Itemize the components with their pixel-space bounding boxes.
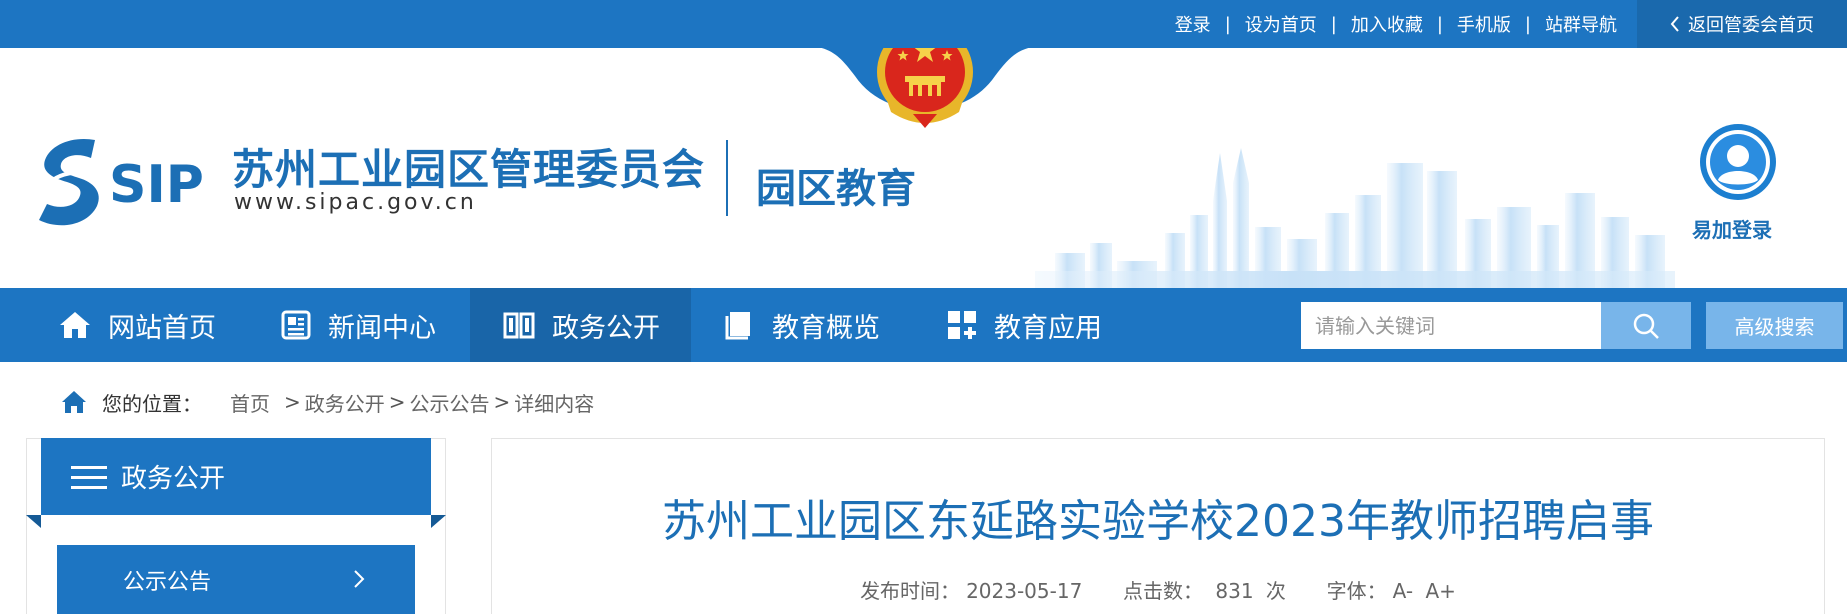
breadcrumb-announcements-link[interactable]: 公示公告: [410, 388, 490, 417]
site-name: 园区教育: [756, 166, 916, 212]
sidebar-item-announcements[interactable]: 公示公告: [57, 545, 415, 614]
article-title: 苏州工业园区东延路实验学校2023年教师招聘启事: [662, 496, 1654, 547]
back-label: 返回管委会首页: [1688, 15, 1814, 36]
publish-label: 发布时间：: [860, 579, 961, 603]
ribbon-fold-left: [26, 515, 41, 528]
nav-item-label: 政务公开: [552, 312, 660, 344]
set-homepage-link[interactable]: 设为首页: [1245, 11, 1317, 37]
back-to-committee-button[interactable]: 返回管委会首页: [1637, 0, 1847, 48]
site-header: SIP 苏州工业园区管理委员会 www.sipac.gov.cn 园区教育 易加…: [0, 48, 1847, 288]
separator: |: [1224, 13, 1231, 35]
menu-icon: [71, 465, 107, 489]
nav-item-label: 教育应用: [994, 312, 1102, 344]
sidebar: 政务公开 公示公告: [26, 438, 446, 614]
font-smaller-button[interactable]: A-: [1393, 579, 1413, 603]
news-icon: [281, 310, 311, 340]
search-icon: [1633, 313, 1659, 339]
search-button[interactable]: [1601, 302, 1691, 349]
clicks-value: 831: [1215, 579, 1254, 603]
separator: |: [1436, 13, 1443, 35]
site-group-nav-link[interactable]: 站群导航: [1545, 11, 1617, 37]
chevron-left-icon: [1670, 16, 1679, 32]
apps-grid-icon: [948, 311, 976, 339]
home-icon: [62, 391, 86, 413]
advanced-search-button[interactable]: 高级搜索: [1706, 302, 1843, 349]
main-nav: 网站首页 新闻中心 政务公开 教育概览 教育应用 高级搜索: [0, 288, 1847, 362]
mobile-version-link[interactable]: 手机版: [1457, 11, 1511, 37]
separator: |: [1330, 13, 1337, 35]
header-divider: [726, 140, 728, 216]
national-emblem-icon: [877, 48, 973, 128]
add-favorite-link[interactable]: 加入收藏: [1351, 11, 1423, 37]
city-skyline-illustration: [1035, 148, 1675, 288]
breadcrumb-government-affairs-link[interactable]: 政务公开: [305, 388, 385, 417]
logo-text: SIP: [109, 155, 204, 215]
chevron-right-icon: [354, 570, 365, 588]
nav-item-label: 教育概览: [772, 312, 880, 344]
book-icon: [503, 312, 535, 339]
sidebar-header: 政务公开: [26, 438, 446, 528]
user-avatar-icon[interactable]: [1698, 122, 1778, 202]
breadcrumb-separator: >: [284, 390, 301, 414]
breadcrumb: 您的位置： 首页 > 政务公开 > 公示公告 > 详细内容: [60, 387, 594, 417]
font-size-label: 字体：: [1326, 579, 1387, 603]
ribbon-fold-right: [431, 515, 446, 528]
org-url: www.sipac.gov.cn: [234, 190, 477, 215]
sip-logo-icon: SIP: [39, 138, 204, 226]
separator: |: [1524, 13, 1531, 35]
nav-item-news[interactable]: 新闻中心: [280, 288, 436, 362]
nav-item-home[interactable]: 网站首页: [58, 288, 216, 362]
home-icon: [60, 312, 90, 338]
breadcrumb-separator: >: [493, 390, 511, 414]
sidebar-item-label: 公示公告: [123, 569, 212, 595]
breadcrumb-separator: >: [388, 390, 406, 414]
nav-item-education-overview[interactable]: 教育概览: [724, 288, 880, 362]
breadcrumb-home-link[interactable]: 首页: [230, 388, 270, 417]
breadcrumb-label: 您的位置：: [102, 391, 202, 416]
article-panel: 苏州工业园区东延路实验学校2023年教师招聘启事 发布时间： 2023-05-17…: [491, 438, 1825, 614]
org-title: 苏州工业园区管理委员会: [232, 145, 706, 194]
sidebar-title: 政务公开: [121, 464, 226, 494]
search-input[interactable]: [1301, 302, 1601, 349]
nav-item-government-affairs[interactable]: 政务公开: [470, 288, 691, 362]
font-larger-button[interactable]: A+: [1425, 579, 1455, 603]
clicks-unit: 次: [1265, 579, 1286, 603]
top-links: 登录 | 设为首页 | 加入收藏 | 手机版 | 站群导航: [1175, 0, 1617, 48]
yijia-login-link[interactable]: 易加登录: [1692, 214, 1772, 243]
top-utility-bar: 登录 | 设为首页 | 加入收藏 | 手机版 | 站群导航 返回管委会首页: [0, 0, 1847, 48]
article-meta: 发布时间： 2023-05-17 点击数： 831 次 字体： A- A+: [492, 575, 1824, 604]
clicks-label: 点击数：: [1123, 579, 1204, 603]
publish-date: 2023-05-17: [966, 579, 1083, 603]
nav-item-label: 新闻中心: [328, 312, 436, 344]
document-icon: [725, 312, 750, 340]
nav-item-education-apps[interactable]: 教育应用: [946, 288, 1102, 362]
nav-item-label: 网站首页: [108, 312, 216, 344]
login-link[interactable]: 登录: [1175, 11, 1211, 37]
breadcrumb-current: 详细内容: [514, 391, 595, 416]
